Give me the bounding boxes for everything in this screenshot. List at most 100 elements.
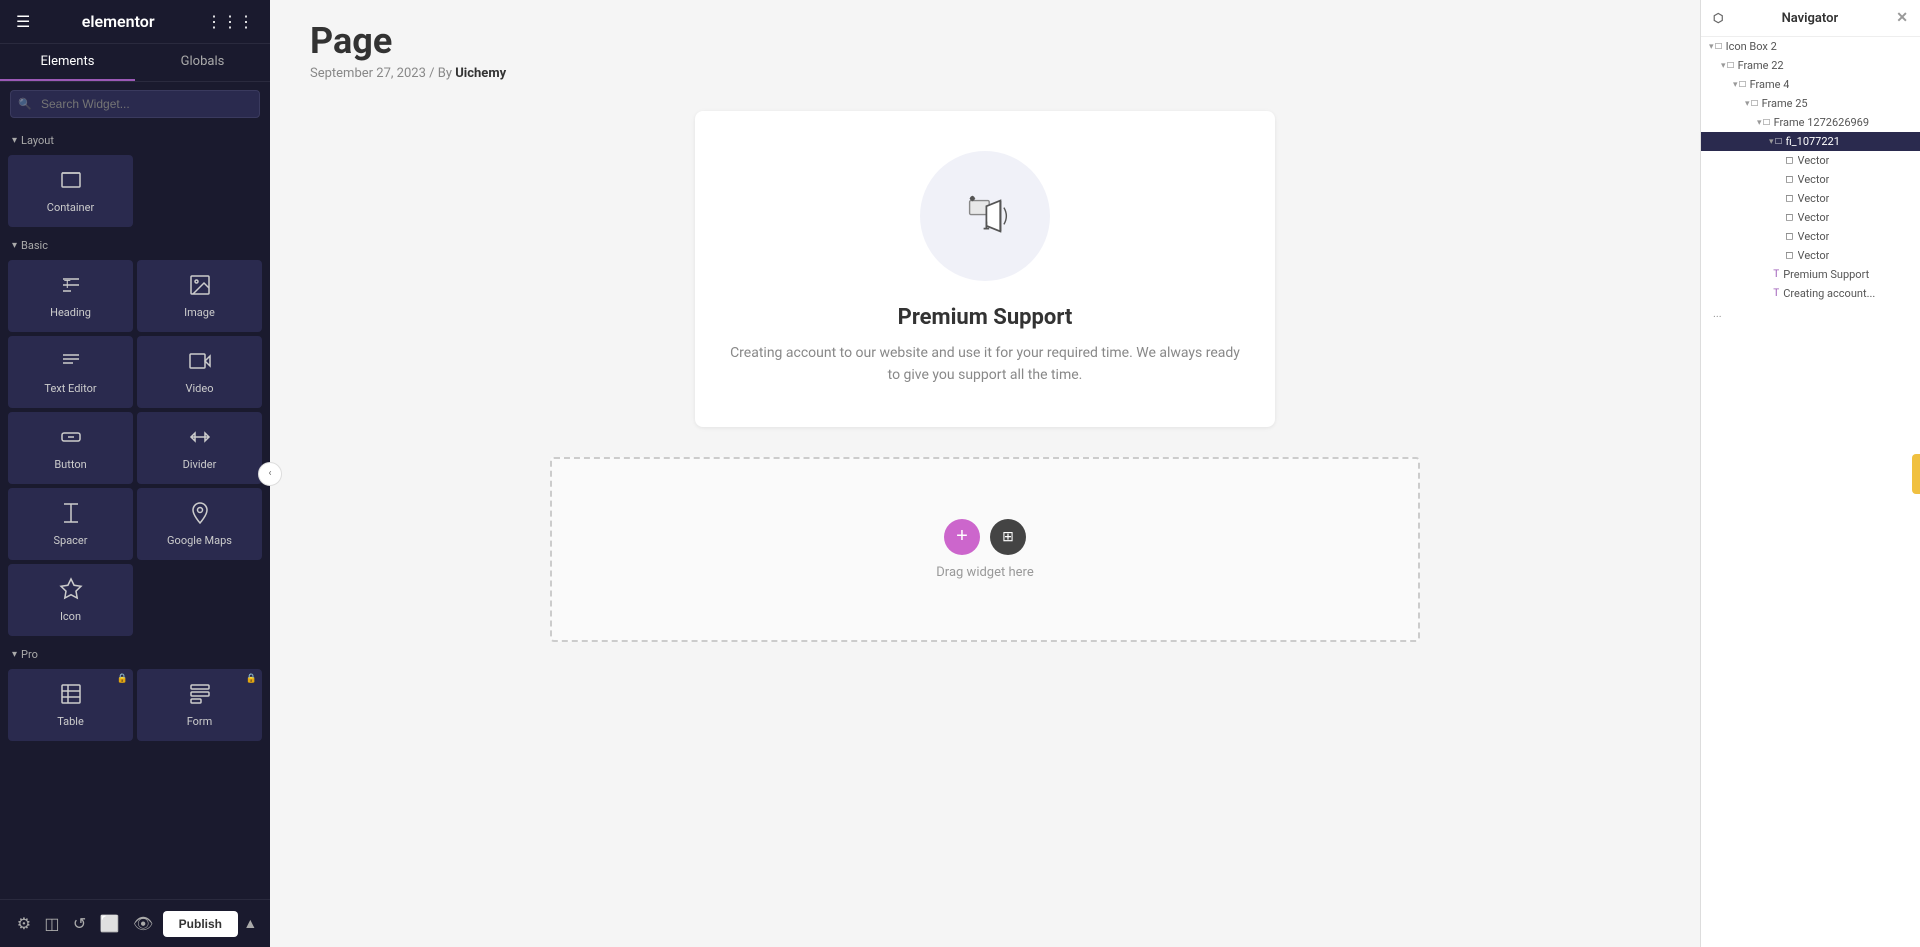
- container-icon: [59, 168, 83, 195]
- widget-form-label: Form: [187, 715, 213, 728]
- icon-widget-icon: [59, 577, 83, 604]
- tree-item-frame-25[interactable]: ▾ □ Frame 25: [1701, 94, 1920, 113]
- navigator-ellipsis: ...: [1701, 303, 1920, 324]
- sidebar-search-container: [0, 82, 270, 126]
- navigator-close-button[interactable]: ✕: [1896, 10, 1908, 26]
- hamburger-icon[interactable]: ☰: [16, 12, 30, 31]
- page-meta: September 27, 2023 / By Uichemy: [310, 66, 1660, 81]
- card-icon-circle: [920, 151, 1050, 281]
- section-label-basic: Basic: [0, 231, 270, 256]
- widget-spacer-label: Spacer: [53, 534, 87, 547]
- section-label-layout: Layout: [0, 126, 270, 151]
- navigator-expand-icon[interactable]: ⬡: [1713, 11, 1723, 25]
- tree-item-premium-support[interactable]: T Premium Support: [1701, 265, 1920, 284]
- grid-icon[interactable]: ⋮⋮⋮: [206, 12, 254, 31]
- widget-table-label: Table: [57, 715, 84, 728]
- video-icon: [188, 349, 212, 376]
- sidebar-content: Layout Container Basic T Heading: [0, 126, 270, 899]
- card-description: Creating account to our website and use …: [725, 342, 1245, 387]
- eye-icon[interactable]: 👁: [129, 910, 157, 937]
- settings-icon[interactable]: ⚙: [13, 910, 35, 937]
- google-maps-icon: [188, 501, 212, 528]
- drop-zone-buttons: + ⊞: [572, 519, 1398, 555]
- tree-item-frame-1272626969[interactable]: ▾ □ Frame 1272626969: [1701, 113, 1920, 132]
- tree-item-vector-5[interactable]: ◻ Vector: [1701, 227, 1920, 246]
- app-title: elementor: [82, 12, 155, 31]
- widget-button-label: Button: [54, 458, 86, 471]
- tab-elements[interactable]: Elements: [0, 44, 135, 81]
- megaphone-svg: [950, 181, 1020, 251]
- widget-text-editor[interactable]: Text Editor: [8, 336, 133, 408]
- publish-button[interactable]: Publish: [163, 911, 238, 937]
- tree-item-vector-6[interactable]: ◻ Vector: [1701, 246, 1920, 265]
- tree-item-icon-box-2[interactable]: ▾ □ Icon Box 2: [1701, 37, 1920, 56]
- navigator-tree: ▾ □ Icon Box 2 ▾ □ Frame 22 ▾ □ Frame 4 …: [1701, 37, 1920, 324]
- history-icon[interactable]: ↺: [69, 910, 90, 937]
- collapse-sidebar-button[interactable]: ‹: [258, 462, 282, 486]
- widget-divider-label: Divider: [183, 458, 217, 471]
- add-widget-button[interactable]: +: [944, 519, 980, 555]
- widget-google-maps-label: Google Maps: [167, 534, 232, 547]
- sidebar-footer: ⚙ ◫ ↺ ⬜ 👁 Publish ▲: [0, 899, 270, 947]
- premium-support-card: Premium Support Creating account to our …: [695, 111, 1275, 427]
- button-icon: [59, 425, 83, 452]
- widget-icon[interactable]: Icon: [8, 564, 133, 636]
- widget-image[interactable]: Image: [137, 260, 262, 332]
- card-title: Premium Support: [725, 305, 1245, 330]
- drop-zone-label: Drag widget here: [572, 565, 1398, 580]
- grid-layout-button[interactable]: ⊞: [990, 519, 1026, 555]
- sidebar-tabs: Elements Globals: [0, 44, 270, 82]
- tree-item-frame-4[interactable]: ▾ □ Frame 4: [1701, 75, 1920, 94]
- sidebar-header: ☰ elementor ⋮⋮⋮: [0, 0, 270, 44]
- widget-video[interactable]: Video: [137, 336, 262, 408]
- widget-google-maps[interactable]: Google Maps: [137, 488, 262, 560]
- widget-container-label: Container: [47, 201, 94, 214]
- widget-text-editor-label: Text Editor: [44, 382, 96, 395]
- responsive-icon[interactable]: ⬜: [96, 910, 124, 937]
- spacer-icon: [59, 501, 83, 528]
- tree-item-vector-2[interactable]: ◻ Vector: [1701, 170, 1920, 189]
- image-icon: [188, 273, 212, 300]
- form-icon: [188, 682, 212, 709]
- navigator-header: ⬡ Navigator ✕: [1701, 0, 1920, 37]
- widget-heading[interactable]: T Heading: [8, 260, 133, 332]
- basic-widgets-grid: T Heading Image Text Editor Vi: [0, 256, 270, 640]
- layout-widgets-grid: Container: [0, 151, 270, 231]
- navigator-panel: ⬡ Navigator ✕ ▾ □ Icon Box 2 ▾ □ Frame 2…: [1700, 0, 1920, 947]
- divider-icon: [188, 425, 212, 452]
- section-label-pro: Pro: [0, 640, 270, 665]
- pro-widgets-grid: Table 🔒 Form 🔒: [0, 665, 270, 745]
- widget-table[interactable]: Table 🔒: [8, 669, 133, 741]
- tree-item-vector-3[interactable]: ◻ Vector: [1701, 189, 1920, 208]
- tree-item-vector-4[interactable]: ◻ Vector: [1701, 208, 1920, 227]
- heading-icon: T: [59, 273, 83, 300]
- page-date: September 27, 2023: [310, 66, 426, 81]
- widget-spacer[interactable]: Spacer: [8, 488, 133, 560]
- text-editor-icon: [59, 349, 83, 376]
- tree-item-creating-account[interactable]: T Creating account...: [1701, 284, 1920, 303]
- sidebar: ☰ elementor ⋮⋮⋮ Elements Globals Layout …: [0, 0, 270, 947]
- yellow-scroll-tab[interactable]: [1912, 454, 1920, 494]
- tab-globals[interactable]: Globals: [135, 44, 270, 81]
- widget-video-label: Video: [186, 382, 214, 395]
- widget-container[interactable]: Container: [8, 155, 133, 227]
- widget-button[interactable]: Button: [8, 412, 133, 484]
- search-input[interactable]: [10, 90, 260, 118]
- page-by: By: [438, 66, 452, 81]
- main-canvas: Page September 27, 2023 / By Uichemy: [270, 0, 1700, 947]
- chevron-up-icon[interactable]: ▲: [243, 915, 257, 932]
- widget-form[interactable]: Form 🔒: [137, 669, 262, 741]
- tree-item-fi-1077221[interactable]: ▾ □ fi_1077221: [1701, 132, 1920, 151]
- widget-icon-label: Icon: [60, 610, 81, 623]
- table-icon: [59, 682, 83, 709]
- page-title: Page: [310, 20, 1660, 62]
- widget-heading-label: Heading: [50, 306, 91, 319]
- tree-item-vector-1[interactable]: ◻ Vector: [1701, 151, 1920, 170]
- drop-zone[interactable]: + ⊞ Drag widget here: [550, 457, 1420, 642]
- svg-text:T: T: [64, 278, 71, 291]
- layers-icon[interactable]: ◫: [40, 910, 63, 937]
- widget-image-label: Image: [184, 306, 215, 319]
- widget-divider[interactable]: Divider: [137, 412, 262, 484]
- navigator-title: Navigator: [1782, 11, 1839, 26]
- tree-item-frame-22[interactable]: ▾ □ Frame 22: [1701, 56, 1920, 75]
